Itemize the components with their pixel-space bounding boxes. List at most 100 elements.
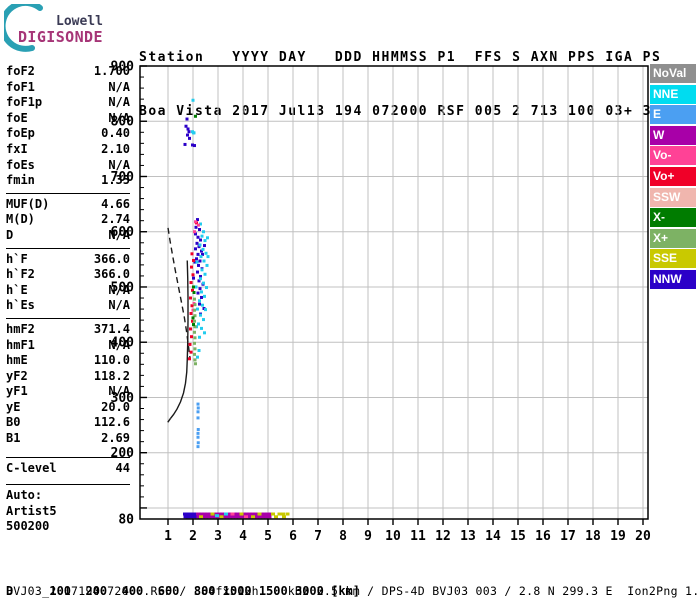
x-axis-tick-label: 14 (485, 529, 501, 544)
echo-point (194, 362, 197, 366)
x-axis-tick-label: 19 (610, 529, 626, 544)
legend-item-e: E (650, 105, 696, 125)
echo-point (206, 236, 209, 240)
echo-point (191, 512, 196, 516)
echo-point (189, 327, 192, 331)
x-axis-tick-label: 20 (635, 529, 651, 544)
echo-point (193, 347, 197, 351)
echo-point (203, 244, 206, 248)
echo-point (197, 322, 200, 326)
echo-point (188, 342, 192, 346)
echo-point (205, 263, 209, 267)
echo-point (194, 114, 197, 118)
echo-point (196, 355, 199, 359)
echo-point (196, 445, 200, 449)
echo-point (193, 330, 196, 334)
y-axis-tick-label: 600 (111, 225, 135, 240)
echo-point (201, 247, 205, 251)
echo-point (187, 130, 191, 134)
x-axis-tick-label: 10 (385, 529, 401, 544)
y-axis-tick-label: 80 (118, 513, 134, 528)
legend-item-x-: X+ (650, 228, 696, 248)
echo-point (197, 263, 200, 267)
legend-item-vo-: Vo- (650, 146, 696, 166)
echo-point (189, 296, 192, 300)
echo-series-e (196, 402, 200, 449)
echo-point (200, 234, 204, 238)
echo-point (203, 272, 207, 276)
echo-point (193, 230, 196, 234)
echo-point (189, 311, 193, 315)
echo-point (196, 307, 199, 311)
echo-point (196, 435, 200, 439)
echo-point (186, 133, 189, 137)
echo-point (281, 512, 285, 516)
echo-series-nnw-band (183, 512, 197, 519)
echo-point (185, 117, 189, 121)
echo-point (196, 416, 200, 420)
echo-point (195, 260, 199, 264)
echo-point (196, 291, 200, 295)
echo-point (193, 341, 196, 345)
y-axis-tick-label: 400 (111, 336, 135, 351)
echo-point (205, 286, 208, 290)
echo-point (196, 235, 200, 239)
x-axis-tick-label: 11 (410, 529, 426, 544)
echo-point (204, 308, 207, 312)
echo-point (192, 291, 196, 294)
doppler-direction-legend: NoVal NNE E W Vo- Vo+ SSW X- X+ SSE NNW (650, 64, 696, 291)
echo-point (193, 144, 196, 148)
echo-point (196, 428, 200, 432)
x-axis-tick-label: 18 (585, 529, 601, 544)
echo-point (184, 124, 188, 128)
echo-point (193, 303, 197, 307)
echo-point (215, 514, 219, 518)
echo-point (190, 335, 193, 339)
echo-point (200, 295, 203, 299)
y-axis-tick-label: 800 (111, 115, 135, 130)
echo-point (191, 273, 195, 277)
legend-item-nne: NNE (650, 84, 696, 104)
echo-point (200, 268, 204, 272)
echo-point (196, 406, 200, 410)
echo-point (194, 247, 197, 251)
echo-point (202, 230, 205, 234)
echo-point (200, 290, 203, 294)
echo-point (244, 515, 248, 519)
echo-point (198, 259, 202, 263)
x-axis-tick-label: 6 (289, 529, 297, 544)
legend-item-vo-: Vo+ (650, 166, 696, 186)
echo-point (202, 318, 205, 322)
echo-point (191, 515, 197, 519)
echo-point (202, 281, 205, 285)
echo-point (193, 297, 196, 301)
echo-point (193, 308, 196, 312)
echo-point (196, 431, 200, 435)
legend-item-sse: SSE (650, 249, 696, 269)
echo-point (198, 299, 201, 303)
echo-point (251, 515, 255, 519)
echo-point (197, 223, 200, 227)
echo-point (190, 252, 194, 256)
echo-point (230, 512, 235, 516)
x-axis-tick-label: 4 (239, 529, 247, 544)
echo-point (189, 350, 193, 354)
echo-point (206, 255, 210, 259)
x-axis-tick-label: 2 (189, 529, 197, 544)
x-axis-tick-label: 1 (164, 529, 172, 544)
echo-point (257, 512, 262, 516)
echo-point (186, 127, 190, 131)
echo-point (199, 238, 202, 242)
echo-point (198, 243, 202, 247)
echo-point (266, 515, 272, 519)
x-axis-tick-label: 7 (314, 529, 322, 544)
echo-point (193, 352, 196, 356)
echo-point (199, 313, 202, 317)
echo-point (271, 512, 275, 516)
ionogram-viewer: Lowell DIGISONDE Station YYYY DAY DDD HH… (0, 0, 700, 600)
legend-item-x-: X- (650, 208, 696, 228)
y-axis-tick-label: 300 (111, 391, 135, 406)
echo-point (198, 335, 201, 339)
file-info-line: BVJ03_2017194072000.RSF / 384fx512h 50 k… (6, 584, 700, 598)
echo-point (193, 319, 196, 323)
